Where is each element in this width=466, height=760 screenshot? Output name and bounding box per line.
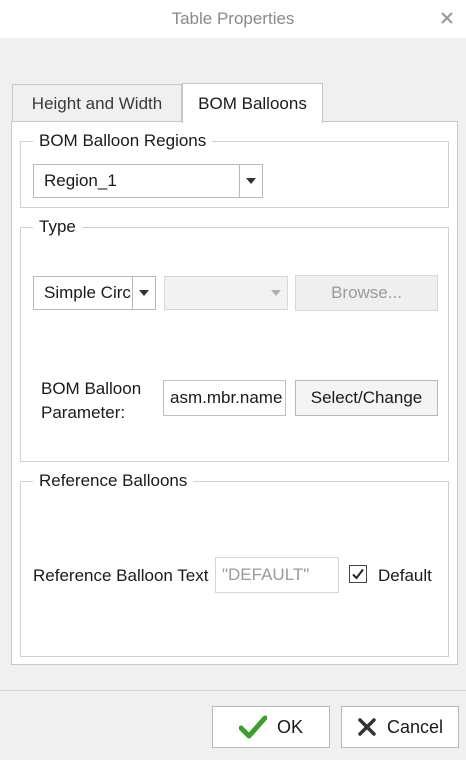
cancel-x-icon — [358, 718, 376, 736]
reference-balloons-group: Reference Balloons Reference Balloon Tex… — [20, 471, 449, 657]
check-icon — [238, 715, 267, 739]
checkmark-icon — [352, 568, 364, 580]
tab-bom-balloons[interactable]: BOM Balloons — [182, 83, 323, 123]
bom-balloon-regions-group: BOM Balloon Regions Region_1 — [20, 131, 449, 208]
reference-balloon-text-input[interactable]: "DEFAULT" — [215, 557, 339, 593]
type-legend: Type — [33, 217, 82, 237]
bom-balloons-panel: BOM Balloon Regions Region_1 Type Simple… — [11, 121, 458, 665]
parameter-label-line2: Parameter: — [41, 403, 126, 422]
chevron-down-icon[interactable] — [239, 165, 262, 197]
cancel-label: Cancel — [386, 716, 444, 737]
balloon-style-dropdown[interactable]: Simple Circle — [33, 276, 156, 310]
window-title: Table Properties — [171, 9, 295, 28]
reference-balloon-text-label: Reference Balloon Text — [33, 566, 209, 585]
footer-divider — [0, 690, 466, 691]
cancel-button[interactable]: Cancel — [341, 706, 459, 748]
parameter-input[interactable]: asm.mbr.name — [163, 380, 286, 416]
chevron-down-icon[interactable] — [132, 277, 155, 309]
default-checkbox[interactable] — [349, 565, 367, 583]
region-dropdown[interactable]: Region_1 — [33, 164, 263, 198]
ok-label: OK — [276, 716, 303, 737]
chevron-down-icon — [265, 277, 287, 309]
type-group: Type Simple Circle Browse... BOM Balloon… — [20, 217, 449, 462]
ok-button[interactable]: OK — [212, 706, 330, 748]
browse-button[interactable]: Browse... — [295, 275, 438, 311]
parameter-label-line1: BOM Balloon — [41, 379, 142, 398]
default-label: Default — [378, 566, 432, 585]
close-icon[interactable] — [436, 7, 458, 29]
region-value: Region_1 — [44, 171, 117, 190]
secondary-dropdown[interactable] — [164, 276, 288, 310]
bom-balloon-parameter-label: BOM Balloon Parameter: — [41, 377, 141, 425]
reference-legend: Reference Balloons — [33, 471, 194, 491]
title-bar: Table Properties — [0, 0, 466, 38]
balloon-style-value: Simple Circle — [44, 283, 132, 302]
tab-height-and-width[interactable]: Height and Width — [12, 84, 182, 122]
select-change-button[interactable]: Select/Change — [295, 380, 438, 416]
regions-legend: BOM Balloon Regions — [33, 131, 213, 151]
